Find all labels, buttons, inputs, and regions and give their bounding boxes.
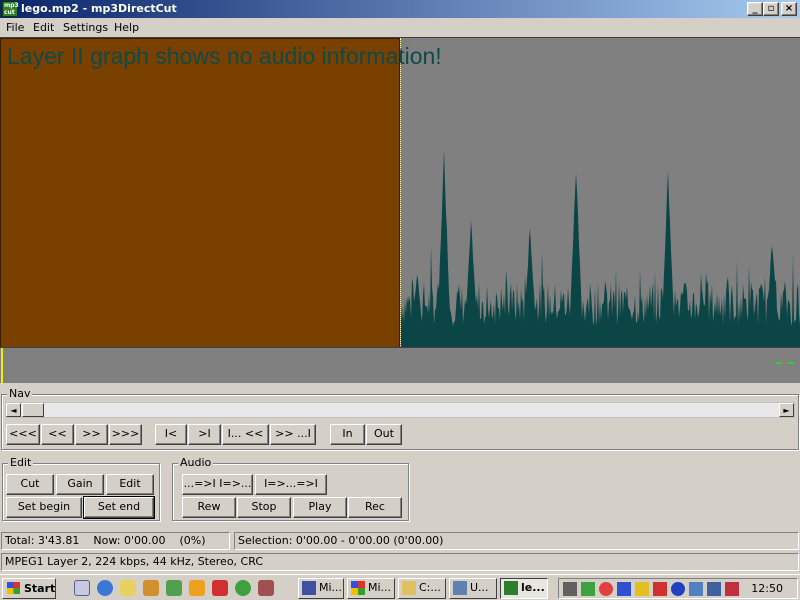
total-time: Total: 3'43.81 [5, 534, 80, 547]
current-percent: (0%) [179, 534, 206, 547]
time-status: Total: 3'43.81 Now: 0'00.00 (0%) [1, 532, 230, 550]
task-button-3[interactable]: C:... [398, 578, 446, 599]
edit-button[interactable]: Edit [106, 474, 154, 495]
selection-status: Selection: 0'00.00 - 0'00.00 (0'00.00) [234, 532, 799, 550]
to-start-button[interactable]: I< [155, 424, 187, 445]
menu-bar: File Edit Settings Help [0, 18, 800, 37]
app-window-icon [302, 581, 316, 595]
format-status: MPEG1 Layer 2, 224 kbps, 44 kHz, Stereo,… [1, 553, 799, 571]
flag-icon[interactable] [617, 582, 631, 596]
window-title: lego.mp2 - mp3DirectCut [21, 2, 177, 15]
app-window-icon [453, 581, 467, 595]
menu-file[interactable]: File [6, 21, 24, 34]
tools-icon[interactable] [166, 580, 182, 596]
play-to-selection-button[interactable]: ...=>I I=>... [182, 474, 253, 495]
forward-fast-button[interactable]: >>> [109, 424, 142, 445]
play-selection-button[interactable]: I=>...=>I [255, 474, 327, 495]
start-button[interactable]: Start [2, 578, 56, 599]
waveform-shape [401, 149, 800, 347]
audio-group-label: Audio [178, 456, 214, 469]
graph-message: Layer II graph shows no audio informatio… [7, 43, 442, 69]
app-window-icon [351, 581, 365, 595]
pencil-icon[interactable] [143, 580, 159, 596]
menu-settings[interactable]: Settings [63, 21, 108, 34]
to-end-button[interactable]: >I [188, 424, 221, 445]
minimize-button[interactable]: _ [747, 2, 763, 16]
play-button[interactable]: Play [293, 497, 347, 518]
internet-explorer-icon[interactable] [97, 580, 113, 596]
current-time: Now: 0'00.00 [93, 534, 166, 547]
nav-scrollbar[interactable]: ◄ ► [5, 402, 795, 418]
selection-end-forward-button[interactable]: >> ...I [270, 424, 316, 445]
alert-icon[interactable] [653, 582, 667, 596]
task-button-2[interactable]: Mi... [347, 578, 395, 599]
rew-button[interactable]: Rew [182, 497, 236, 518]
forward-button[interactable]: >> [75, 424, 108, 445]
phone-icon[interactable] [563, 582, 577, 596]
play-cursor[interactable] [400, 38, 402, 347]
audio-graph[interactable]: Layer II graph shows no audio informatio… [0, 37, 800, 347]
taskbar: Start Mi... Mi... C:... U... le... 12:50 [0, 574, 800, 600]
task-button-4[interactable]: U... [449, 578, 497, 599]
refresh-icon[interactable] [235, 580, 251, 596]
show-desktop-icon[interactable] [74, 580, 90, 596]
shield-icon[interactable] [725, 582, 739, 596]
app-icon[interactable]: mp3 cut [2, 1, 19, 17]
media-icon[interactable] [671, 582, 685, 596]
set-end-button[interactable]: Set end [83, 496, 155, 519]
gain-button[interactable]: Gain [56, 474, 104, 495]
edit-group-label: Edit [8, 456, 34, 469]
selection-begin-back-button[interactable]: I... << [222, 424, 269, 445]
menu-help[interactable]: Help [114, 21, 139, 34]
media-player-icon[interactable] [189, 580, 205, 596]
task-button-1[interactable]: Mi... [298, 578, 344, 599]
rewind-button[interactable]: << [41, 424, 74, 445]
search-icon[interactable] [120, 580, 136, 596]
rec-button[interactable]: Rec [348, 497, 402, 518]
stop-button[interactable]: Stop [237, 497, 291, 518]
in-button[interactable]: In [330, 424, 365, 445]
format-info: MPEG1 Layer 2, 224 kbps, 44 kHz, Stereo,… [5, 555, 263, 568]
position-marker[interactable] [1, 348, 3, 384]
folder-icon [402, 581, 416, 595]
clock: 12:50 [751, 582, 783, 595]
menu-edit[interactable]: Edit [33, 21, 54, 34]
scroll-left-button[interactable]: ◄ [6, 403, 21, 417]
volume-icon[interactable] [635, 582, 649, 596]
task-button-active[interactable]: le... [500, 578, 548, 599]
mp3directcut-icon [504, 581, 518, 595]
close-button[interactable]: × [781, 2, 797, 16]
system-tray: 12:50 [558, 578, 798, 599]
cut-button[interactable]: Cut [6, 474, 54, 495]
antivirus-icon[interactable] [599, 582, 613, 596]
display-icon[interactable] [689, 582, 703, 596]
windows-logo-icon [7, 582, 20, 594]
overview-strip[interactable] [0, 347, 800, 384]
acrobat-icon[interactable] [212, 580, 228, 596]
selection-time: Selection: 0'00.00 - 0'00.00 (0'00.00) [238, 534, 444, 547]
monitor-icon[interactable] [707, 582, 721, 596]
out-button[interactable]: Out [366, 424, 402, 445]
gear-icon[interactable] [258, 580, 274, 596]
scroll-right-button[interactable]: ► [779, 403, 794, 417]
nav-group-label: Nav [7, 387, 33, 400]
end-marker [776, 362, 794, 364]
rewind-fast-button[interactable]: <<< [6, 424, 40, 445]
scroll-thumb[interactable] [22, 403, 44, 417]
network-icon[interactable] [581, 582, 595, 596]
set-begin-button[interactable]: Set begin [6, 497, 82, 518]
title-bar[interactable]: mp3 cut lego.mp2 - mp3DirectCut _ ▫ × [0, 0, 800, 18]
maximize-button[interactable]: ▫ [763, 2, 779, 16]
